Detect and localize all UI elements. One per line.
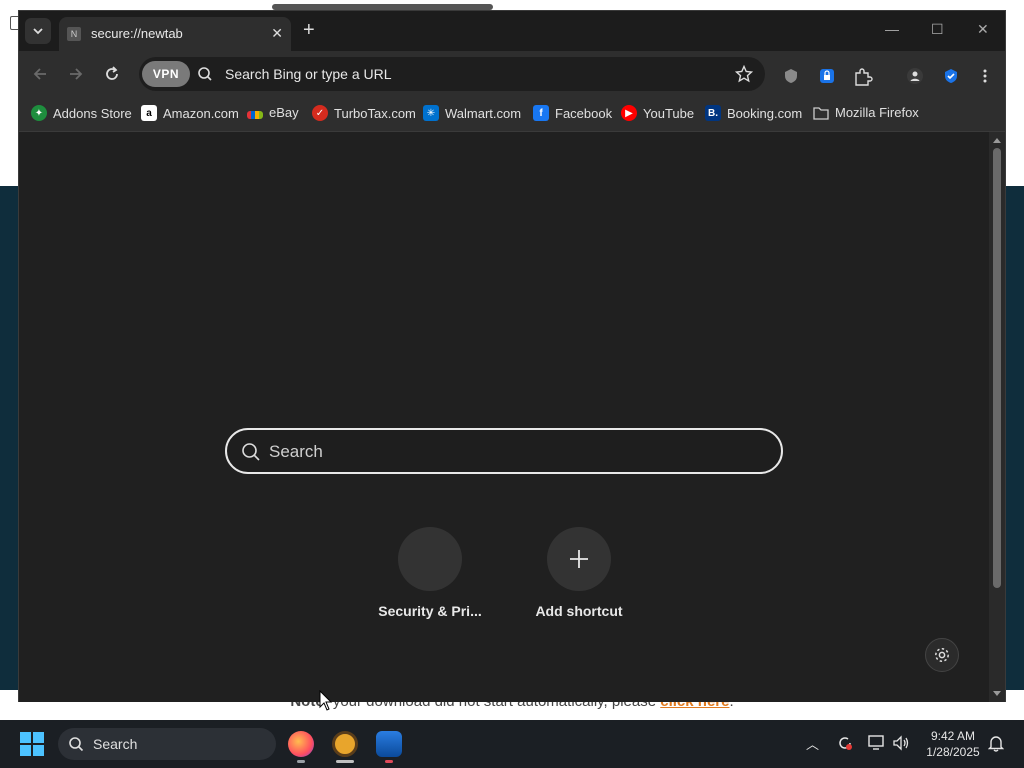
tab-title: secure://newtab — [91, 26, 183, 41]
clock-time: 9:42 AM — [930, 729, 976, 743]
tab-list-button[interactable] — [25, 18, 51, 44]
ebay-icon — [247, 110, 263, 119]
walmart-icon: ✳ — [423, 105, 439, 121]
browser-window: N secure://newtab ✕ + — ☐ ✕ VPN Search B… — [18, 10, 1006, 702]
shortcut-add[interactable]: Add shortcut — [519, 527, 639, 619]
plus-icon — [570, 550, 588, 568]
bookmark-youtube[interactable]: ▶ YouTube — [621, 105, 694, 121]
lock-extension-icon[interactable] — [819, 68, 835, 84]
search-icon — [242, 443, 260, 461]
bookmark-label: Amazon.com — [163, 105, 239, 121]
close-tab-icon[interactable]: ✕ — [271, 25, 283, 42]
new-tab-button[interactable]: + — [303, 19, 315, 41]
forward-arrow-icon — [70, 68, 83, 80]
shield-check-icon[interactable] — [943, 68, 959, 84]
addons-store-icon: ✦ — [31, 105, 47, 121]
bookmark-booking[interactable]: B. Booking.com — [705, 105, 802, 121]
bookmark-walmart[interactable]: ✳ Walmart.com — [423, 105, 521, 121]
scroll-down-arrow-icon[interactable] — [993, 691, 1001, 696]
mouse-cursor-icon — [319, 690, 333, 711]
booking-icon: B. — [705, 105, 721, 121]
bookmark-star-icon[interactable] — [735, 65, 753, 83]
tab-newtab[interactable]: N secure://newtab ✕ — [59, 17, 291, 51]
close-window-icon[interactable]: ✕ — [977, 21, 989, 38]
bookmark-label: Booking.com — [727, 105, 803, 121]
ntp-search-box[interactable] — [225, 428, 783, 474]
profile-icon[interactable] — [907, 68, 923, 84]
running-indicator — [385, 760, 393, 763]
vertical-scrollbar[interactable] — [989, 132, 1005, 702]
back-button[interactable] — [29, 63, 51, 85]
address-bar[interactable]: VPN Search Bing or type a URL — [139, 57, 765, 91]
minimize-icon[interactable]: — — [885, 21, 899, 37]
taskbar-search[interactable]: Search — [58, 728, 276, 760]
bookmark-facebook[interactable]: f Facebook — [533, 105, 612, 121]
bookmark-addons-store[interactable]: ✦ Addons Store — [31, 105, 132, 121]
bookmark-label: Mozilla Firefox — [835, 105, 919, 120]
photos-app-icon[interactable] — [376, 731, 402, 757]
chevron-down-icon — [33, 28, 43, 35]
clock-date: 1/28/2025 — [926, 745, 980, 759]
puzzle-extensions-icon[interactable] — [853, 68, 873, 86]
toolbar: VPN Search Bing or type a URL — [19, 51, 1005, 97]
search-icon — [69, 737, 84, 752]
ntp-search-input[interactable] — [267, 438, 761, 466]
bookmark-label: TurboTax.com — [334, 105, 416, 121]
title-bar: N secure://newtab ✕ + — ☐ ✕ — [19, 11, 1005, 51]
forward-button[interactable] — [65, 63, 87, 85]
youtube-icon: ▶ — [621, 105, 637, 121]
notification-bell-icon[interactable] — [988, 734, 1004, 752]
bookmark-turbotax[interactable]: ✓ TurboTax.com — [312, 105, 416, 121]
bookmark-label: Facebook — [555, 105, 613, 121]
bookmark-folder-mozilla-firefox[interactable]: Mozilla Firefox — [813, 105, 919, 120]
back-arrow-icon — [33, 68, 46, 80]
bookmark-label: Addons Store — [53, 105, 132, 121]
add-shortcut-tile[interactable] — [547, 527, 611, 591]
search-icon — [198, 67, 212, 81]
bookmark-label: Walmart.com — [445, 105, 522, 121]
taskbar: Search ︿ 9:42 AM 1/28/2025 — [0, 720, 1024, 768]
volume-icon[interactable] — [892, 735, 910, 751]
clock[interactable]: 9:42 AM 1/28/2025 — [920, 728, 986, 760]
shortcut-label: Security & Pri... — [378, 603, 482, 619]
shortcut-label: Add shortcut — [535, 603, 623, 619]
browser-app-icon[interactable] — [332, 731, 358, 757]
shortcut-security-privacy[interactable]: Security & Pri... — [370, 527, 490, 619]
bookmark-label: eBay — [269, 105, 299, 120]
amazon-icon: a — [141, 105, 157, 121]
scroll-up-arrow-icon[interactable] — [993, 138, 1001, 143]
windows-start-icon[interactable] — [20, 732, 44, 756]
shield-extension-icon[interactable] — [783, 68, 799, 84]
menu-kebab-icon[interactable] — [977, 68, 993, 84]
maximize-icon[interactable]: ☐ — [931, 21, 944, 38]
bookmark-ebay[interactable]: eBay — [247, 105, 299, 120]
gear-icon — [935, 648, 949, 662]
folder-icon — [813, 106, 829, 120]
reload-icon — [106, 66, 118, 80]
bookmark-amazon[interactable]: a Amazon.com — [141, 105, 239, 121]
active-indicator — [336, 760, 354, 763]
network-icon[interactable] — [868, 735, 886, 751]
bookmarks-bar: ✦ Addons Store a Amazon.com eBay ✓ Turbo… — [19, 97, 1005, 132]
sync-icon[interactable] — [836, 734, 854, 752]
facebook-icon: f — [533, 105, 549, 121]
vpn-button[interactable]: VPN — [142, 61, 190, 87]
chevron-up-icon[interactable]: ︿ — [806, 734, 819, 753]
address-bar-placeholder: Search Bing or type a URL — [225, 66, 392, 82]
turbotax-icon: ✓ — [312, 105, 328, 121]
shortcut-tile[interactable] — [398, 527, 462, 591]
new-tab-page: Security & Pri... Add shortcut — [19, 132, 991, 702]
tab-favicon-icon: N — [67, 27, 81, 41]
scroll-thumb[interactable] — [993, 148, 1001, 588]
running-indicator — [297, 760, 305, 763]
reload-button[interactable] — [101, 63, 123, 85]
bookmark-label: YouTube — [643, 105, 695, 121]
customize-settings-button[interactable] — [925, 638, 959, 672]
taskbar-search-label: Search — [93, 736, 138, 752]
firefox-app-icon[interactable] — [288, 731, 314, 757]
